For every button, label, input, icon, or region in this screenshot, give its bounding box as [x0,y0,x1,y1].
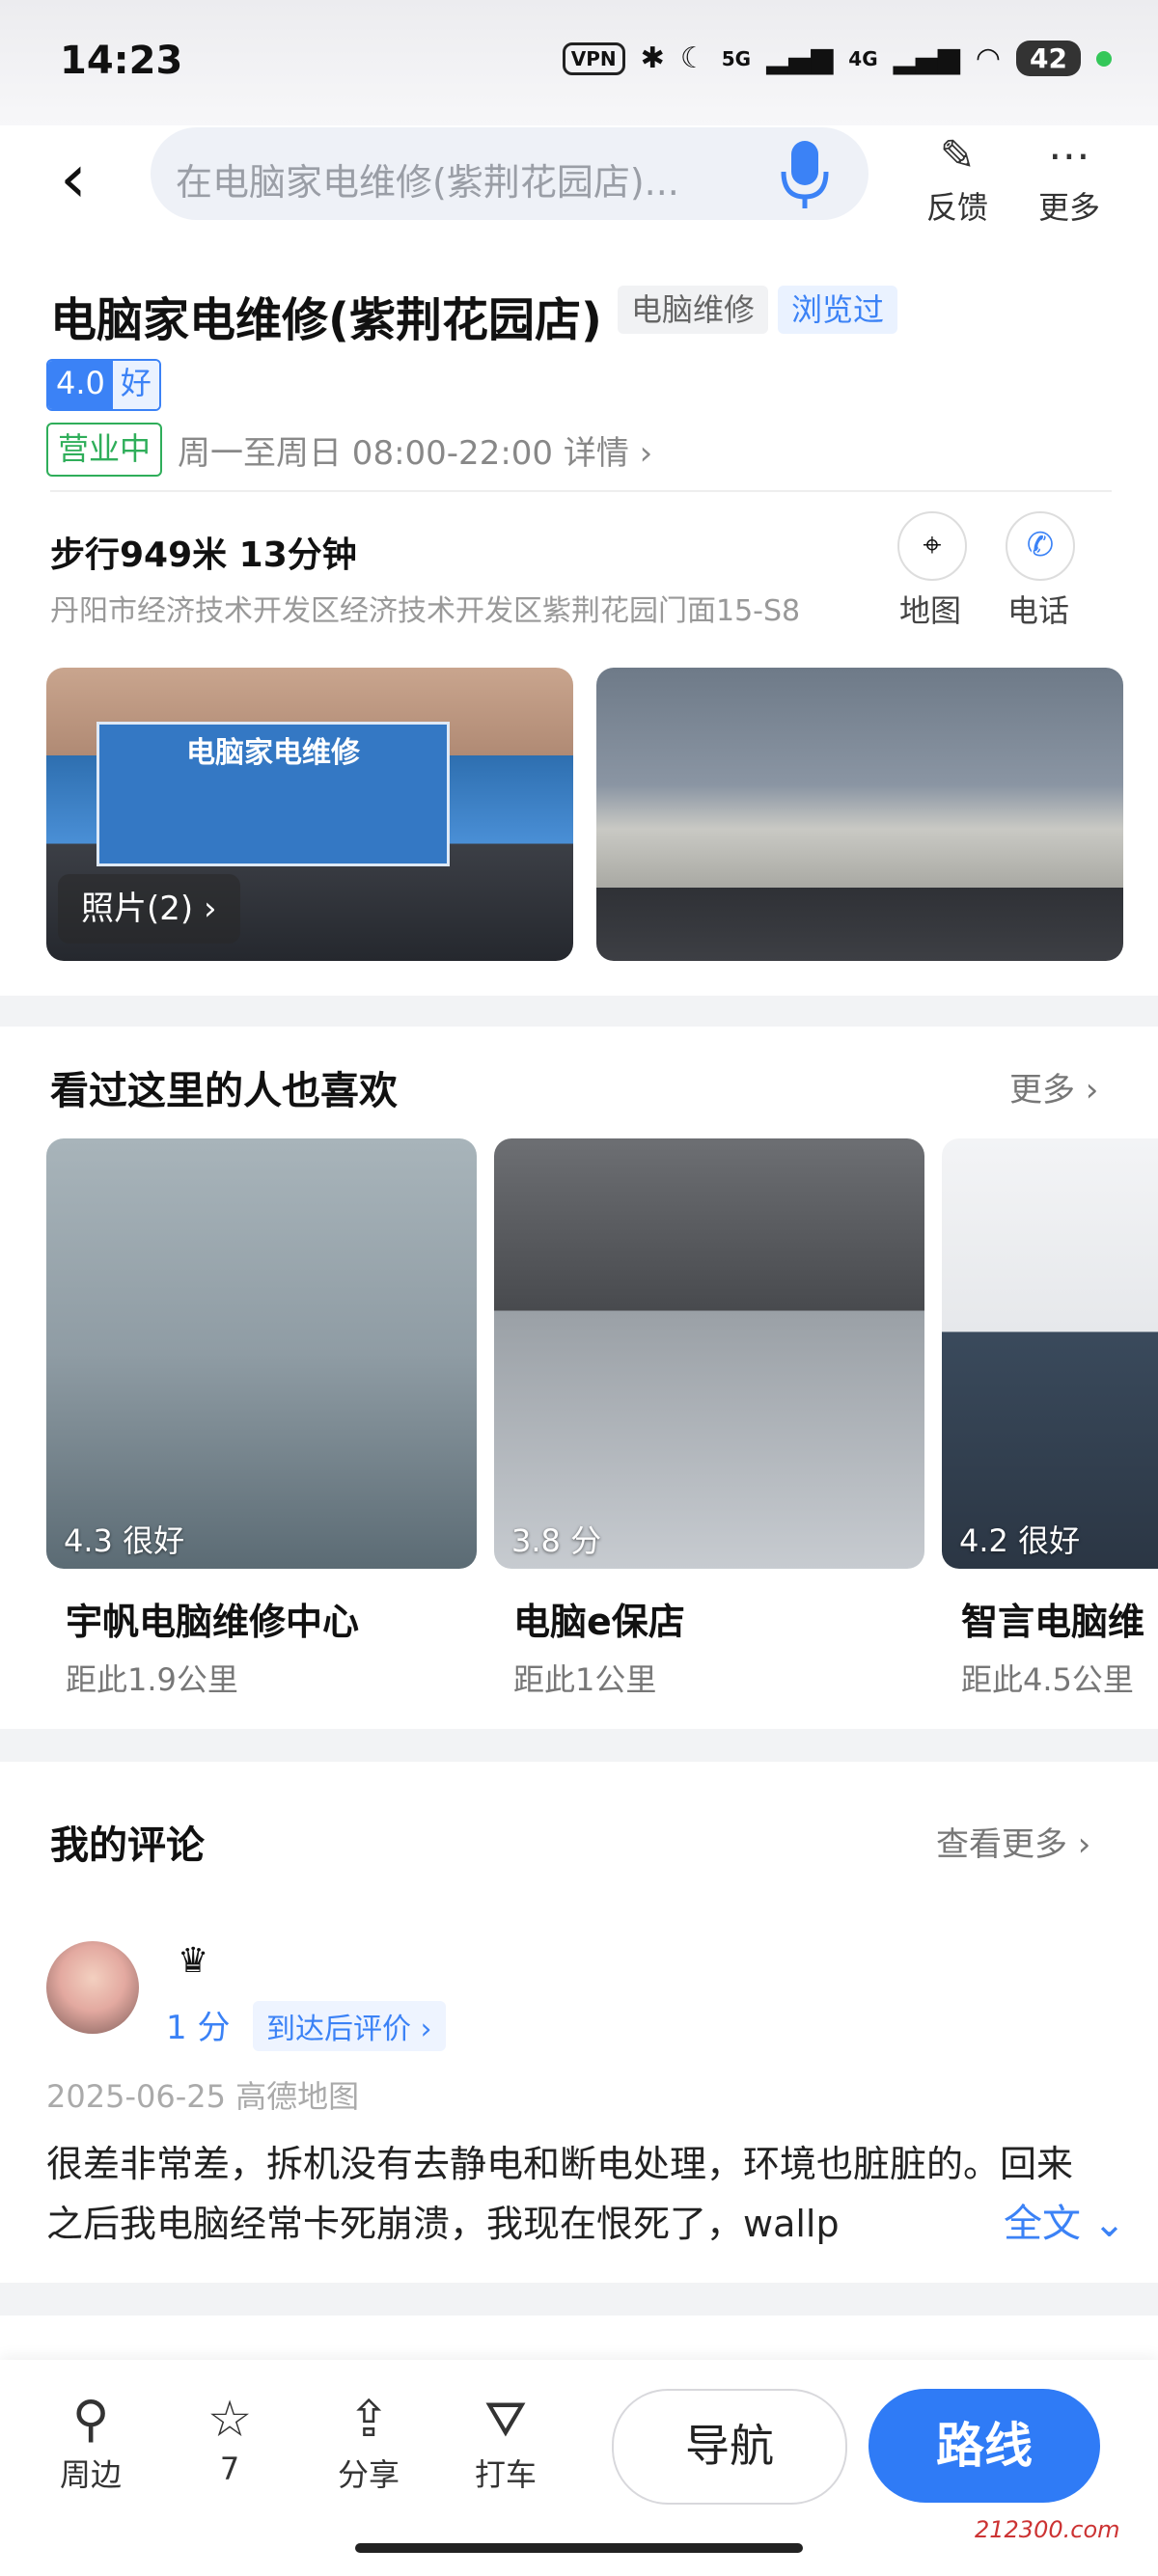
status-time: 14:23 [60,39,183,83]
recommend-photo-2[interactable] [494,1138,924,1569]
feedback-label: 反馈 [925,189,988,226]
category-tag[interactable]: 电脑维修 [618,286,769,334]
rating-badge[interactable]: 4.0 好 [46,359,161,411]
more-dots-icon: ⋯ [1048,131,1090,180]
recommend-score-1: 4.3 很好 [64,1522,185,1559]
vpn-badge: VPN [562,41,625,75]
walk-distance: 步行949米 13分钟 [50,535,357,575]
after-arrival-review-link[interactable]: 到达后评价 › [253,2001,446,2051]
feedback-button[interactable]: ✎ 反馈 [915,129,1000,228]
map-label[interactable]: 地图 [882,587,979,631]
recommend-distance-3: 距此4.5公里 [961,1661,1134,1698]
nearby-label: 周边 [59,2456,122,2493]
recommend-distance-2: 距此1公里 [513,1661,657,1698]
recommend-more-link[interactable]: 更多 › [1009,1063,1098,1110]
share-button[interactable]: ⇪ 分享 [311,2389,427,2495]
back-icon[interactable]: ‹ [60,145,87,212]
phone-icon[interactable]: ✆ [1006,511,1075,581]
battery-indicator: 42 [1016,41,1081,76]
more-label: 更多 [1037,189,1100,226]
wifi-icon: ◠ [975,41,1002,75]
recommend-distance-1: 距此1.9公里 [66,1661,238,1698]
avatar[interactable] [46,1941,139,2034]
signal-bars-2-icon: ▂▄▆ [893,41,960,75]
review-date-source: 2025-06-25 高德地图 [46,2078,360,2115]
recommend-name-3[interactable]: 智言电脑维 [961,1592,1158,1645]
open-status-badge: 营业中 [46,423,163,477]
search-icon: ⚲ [71,2391,110,2449]
recommend-name-1[interactable]: 宇帆电脑维修中心 [66,1592,359,1645]
recommend-score-2: 3.8 分 [511,1522,602,1559]
recommend-score-3: 4.2 很好 [959,1522,1081,1559]
recommend-photo-3[interactable] [942,1138,1158,1569]
review-text: 很差非常差，拆机没有去静电和断电处理，环境也脏脏的。回来之后我电脑经常卡死崩溃，… [46,2143,1074,2245]
status-icons: VPN ✱ ☾ 5G ▂▄▆ 4G ▂▄▆ ◠ 42 [562,41,1112,76]
expand-full-text-button[interactable]: 全文 ⌄ [994,2192,1126,2248]
edit-icon: ✎ [939,131,976,180]
review-score: 1 分 [166,2009,231,2047]
route-button[interactable]: 路线 [868,2389,1100,2503]
business-hours[interactable]: 周一至周日 08:00-22:00 详情 › [178,426,652,474]
viewed-tag: 浏览过 [778,286,898,334]
taxi-label: 打车 [474,2456,537,2493]
my-review-title: 我的评论 [50,1823,205,1868]
taxi-icon: ⛛ [484,2391,527,2449]
bluetooth-icon: ✱ [640,41,665,75]
shop-photo-2[interactable] [596,668,1123,961]
address: 丹阳市经济技术开发区经济技术开发区紫荆花园门面15-S8 [50,594,801,628]
phone-label[interactable]: 电话 [990,587,1087,631]
signal-bars-icon: ▂▄▆ [766,41,834,75]
voice-mic-icon[interactable] [780,137,830,210]
navigate-button[interactable]: 导航 [612,2389,847,2505]
nearby-button[interactable]: ⚲ 周边 [33,2389,149,2495]
photos-count-button[interactable]: 照片(2) › [58,874,240,944]
favorite-count: 7 [219,2451,240,2487]
share-label: 分享 [337,2456,400,2493]
share-icon: ⇪ [347,2391,390,2449]
divider [50,490,1112,492]
search-text[interactable]: 在电脑家电维修(紫荆花园店)... [176,152,755,206]
more-button[interactable]: ⋯ 更多 [1027,129,1112,228]
favorite-button[interactable]: ☆ 7 [172,2389,288,2487]
recommend-name-2[interactable]: 电脑e保店 [513,1592,685,1645]
recommend-title: 看过这里的人也喜欢 [50,1069,398,1113]
moon-icon: ☾ [679,41,706,75]
map-pin-icon[interactable]: ⌖ [897,511,967,581]
privacy-dot [1096,50,1112,67]
shop-sign: 电脑家电维修 [96,722,450,866]
recommend-photo-1[interactable] [46,1138,477,1569]
crown-icon: ♛ [178,1941,209,1981]
rating-value: 4.0 [48,361,113,409]
poi-title: 电脑家电维修(紫荆花园店) [50,293,602,347]
star-icon: ☆ [207,2391,253,2449]
signal-4g-icon: 4G [848,46,878,70]
signal-5g-icon: 5G [721,46,752,70]
review-more-link[interactable]: 查看更多 › [936,1818,1090,1865]
home-indicator[interactable] [355,2543,803,2553]
watermark: 212300.com [975,2516,1120,2543]
rating-label: 好 [112,361,159,409]
taxi-button[interactable]: ⛛ 打车 [448,2389,564,2495]
